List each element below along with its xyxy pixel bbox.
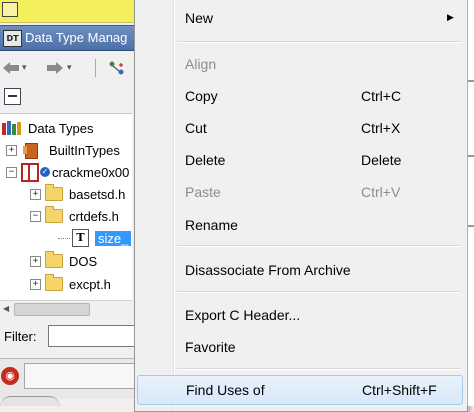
data-type-manager-icon: DT	[3, 30, 22, 47]
menu-item-label: Paste	[185, 184, 221, 200]
forward-button[interactable]	[46, 59, 64, 77]
menu-item-label: Rename	[185, 217, 238, 233]
menu-item-label: Delete	[185, 152, 226, 168]
toolbar-separator	[95, 59, 96, 77]
sync-icon	[109, 61, 124, 75]
folder-icon	[45, 184, 63, 201]
tree-node-label: excpt.h	[69, 276, 111, 292]
menu-item-label: Favorite	[185, 339, 236, 355]
expand-icon[interactable]: +	[6, 144, 17, 156]
collapse-icon[interactable]: −	[6, 166, 17, 178]
status-field	[24, 363, 138, 389]
tree-root[interactable]: Data Types	[2, 118, 94, 138]
menu-item-label: Find Uses of	[186, 382, 265, 398]
menu-item-label: Copy	[185, 88, 218, 104]
menu-separator	[177, 368, 461, 370]
tree-line	[58, 237, 70, 239]
menu-separator	[177, 245, 461, 247]
data-type-tree[interactable]: Data Types + BuiltInTypes − ✓ crackme0x0…	[0, 113, 132, 301]
bottom-tab[interactable]	[0, 396, 60, 406]
filter-input[interactable]	[48, 325, 138, 347]
tree-node-crtdefs[interactable]: − crtdefs.h	[30, 206, 119, 226]
menu-item-shortcut: Ctrl+X	[361, 120, 401, 136]
filter-row: Filter:	[0, 324, 138, 350]
menu-item-delete[interactable]: Delete Delete	[137, 145, 463, 175]
back-button[interactable]	[2, 59, 20, 77]
data-type-manager-window: DT Data Type Manag ▾ ▾ Data Types + Buil…	[0, 0, 138, 406]
menu-item-disassociate[interactable]: Disassociate From Archive	[137, 255, 463, 285]
expand-icon[interactable]: +	[30, 278, 41, 290]
menu-item-label: Export C Header...	[185, 307, 301, 323]
menu-item-find-uses[interactable]: Find Uses of Ctrl+Shift+F	[137, 375, 463, 405]
tree-node-label: basetsd.h	[69, 186, 126, 202]
tree-node-size-t[interactable]: T size_	[58, 228, 132, 248]
ghidra-dragon-icon: ◉	[1, 367, 19, 385]
back-dropdown[interactable]: ▾	[22, 59, 27, 77]
tree-root-label: Data Types	[28, 120, 94, 136]
tree-node-builtintypes[interactable]: + BuiltInTypes	[6, 140, 120, 160]
checkmark-icon: ✓	[40, 167, 50, 177]
expand-icon[interactable]: +	[30, 188, 41, 200]
folder-icon	[45, 274, 63, 291]
menu-item-cut[interactable]: Cut Ctrl+X	[137, 113, 463, 143]
builtin-types-icon	[21, 142, 39, 159]
forward-dropdown[interactable]: ▾	[67, 59, 72, 77]
edge-mark	[468, 155, 474, 157]
tree-node-label: size_	[95, 230, 132, 246]
context-menu: New ▶ Align Copy Ctrl+C Cut Ctrl+X Delet…	[134, 0, 468, 412]
scrollbar-thumb[interactable]	[14, 303, 90, 316]
scroll-left-icon[interactable]: ◀	[3, 304, 9, 313]
arrow-right-icon	[47, 62, 63, 74]
filter-label: Filter:	[4, 329, 37, 344]
menu-separator	[177, 41, 461, 43]
menu-item-shortcut: Delete	[361, 152, 402, 168]
tree-node-label: crtdefs.h	[69, 208, 119, 224]
horizontal-scrollbar[interactable]: ◀	[0, 300, 132, 317]
tree-node-label: DOS	[69, 253, 98, 269]
menu-item-new[interactable]: New ▶	[137, 3, 463, 33]
data-types-icon	[2, 121, 24, 135]
menu-item-export-c-header[interactable]: Export C Header...	[137, 300, 463, 330]
collapse-all-button[interactable]	[4, 88, 21, 105]
tree-node-label: BuiltInTypes	[49, 142, 120, 158]
window-title: Data Type Manag	[25, 30, 128, 45]
tree-node-basetsd[interactable]: + basetsd.h	[30, 184, 125, 204]
arrow-left-icon	[3, 62, 19, 74]
menu-item-favorite[interactable]: Favorite	[137, 332, 463, 362]
folder-icon	[45, 251, 63, 268]
edge-mark	[468, 80, 474, 82]
menu-item-shortcut: Ctrl+Shift+F	[362, 382, 437, 398]
menu-item-shortcut: Ctrl+C	[361, 88, 402, 104]
status-bar: ◉	[0, 358, 138, 399]
menu-item-paste[interactable]: Paste Ctrl+V	[137, 177, 463, 207]
tree-node-excpt[interactable]: + excpt.h	[30, 274, 111, 294]
typedef-icon: T	[72, 229, 89, 247]
background-window-strip	[0, 0, 138, 23]
tree-node-crackme[interactable]: − ✓ crackme0x00	[6, 162, 129, 182]
collapse-icon[interactable]: −	[30, 210, 41, 222]
tree-node-dos[interactable]: + DOS	[30, 251, 97, 271]
edge-mark	[468, 225, 474, 227]
menu-item-label: Disassociate From Archive	[185, 262, 351, 278]
menu-item-rename[interactable]: Rename	[137, 210, 463, 240]
menu-separator	[177, 291, 461, 293]
background-window-edge	[467, 0, 474, 406]
toolbar: ▾ ▾	[0, 55, 138, 81]
menu-item-label: Align	[185, 56, 217, 72]
window-titlebar[interactable]: DT Data Type Manag	[0, 25, 138, 51]
menu-item-copy[interactable]: Copy Ctrl+C	[137, 81, 463, 111]
sync-button[interactable]	[108, 59, 126, 77]
menu-item-align[interactable]: Align	[137, 49, 463, 79]
folder-open-icon	[45, 206, 63, 223]
submenu-arrow-icon: ▶	[447, 13, 454, 23]
expand-icon[interactable]: +	[30, 255, 41, 267]
menu-item-shortcut: Ctrl+V	[361, 184, 401, 200]
checkbox[interactable]	[2, 2, 18, 17]
program-archive-icon	[21, 162, 39, 182]
menu-item-label: New	[185, 10, 214, 26]
tree-node-label: crackme0x00	[52, 164, 130, 180]
menu-item-label: Cut	[185, 120, 207, 136]
